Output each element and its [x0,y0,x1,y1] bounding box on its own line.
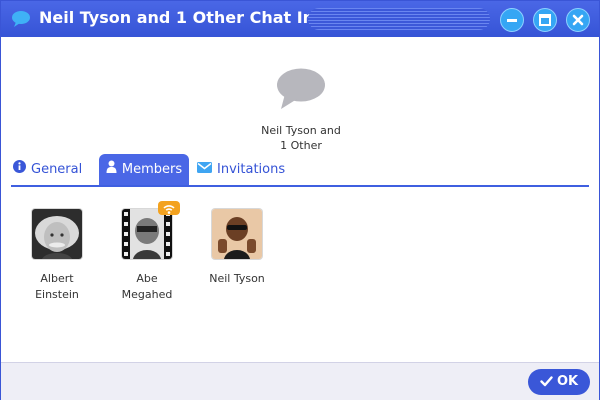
tab-general[interactable]: General [13,154,82,185]
member-albert-einstein[interactable]: Albert Einstein [12,209,102,303]
tab-invitations[interactable]: Invitations [197,154,285,185]
tab-invitations-label: Invitations [217,162,286,177]
tab-general-label: General [31,162,83,177]
chat-info-window: Neil Tyson and 1 Other Chat Info Neil Ty… [0,0,600,400]
maximize-icon [539,14,551,26]
footer: OK [1,362,599,400]
member-name: Neil Tyson [192,271,282,287]
user-icon [106,154,117,185]
member-abe-megahed[interactable]: Abe Megahed [102,209,192,303]
ok-button[interactable]: OK [528,369,590,395]
member-name-line1: Abe [136,272,158,285]
avatar [32,209,82,259]
title-bar[interactable]: Neil Tyson and 1 Other Chat Info [1,1,599,37]
wifi-icon [158,201,180,215]
member-name-line1: Albert [40,272,74,285]
close-icon [572,14,584,26]
ok-button-label: OK [556,374,579,389]
member-name: Albert Einstein [12,271,102,303]
tab-members[interactable]: Members [99,154,189,185]
chat-name: Neil Tyson and 1 Other [231,123,371,153]
minimize-button[interactable] [500,8,524,32]
envelope-icon [197,154,212,185]
chat-icon [11,10,31,28]
tab-underline [11,185,589,187]
member-name: Abe Megahed [102,271,192,303]
check-icon [540,376,553,387]
member-name-line1: Neil Tyson [209,272,265,285]
maximize-button[interactable] [533,8,557,32]
chat-bubble-icon [275,67,327,111]
member-name-line2: Megahed [121,288,173,301]
tab-members-label: Members [121,162,183,177]
close-button[interactable] [566,8,590,32]
chat-name-line2: 1 Other [280,139,322,152]
minimize-icon [507,19,517,22]
window-title: Neil Tyson and 1 Other Chat Info [39,8,333,27]
title-bar-grip [308,8,490,30]
chat-name-line1: Neil Tyson and [261,124,341,137]
member-name-line2: Einstein [35,288,79,301]
member-neil-tyson[interactable]: Neil Tyson [192,209,282,287]
avatar [212,209,262,259]
info-icon [13,154,26,185]
avatar [122,209,172,259]
tab-bar: General Members Invitations [11,154,589,187]
